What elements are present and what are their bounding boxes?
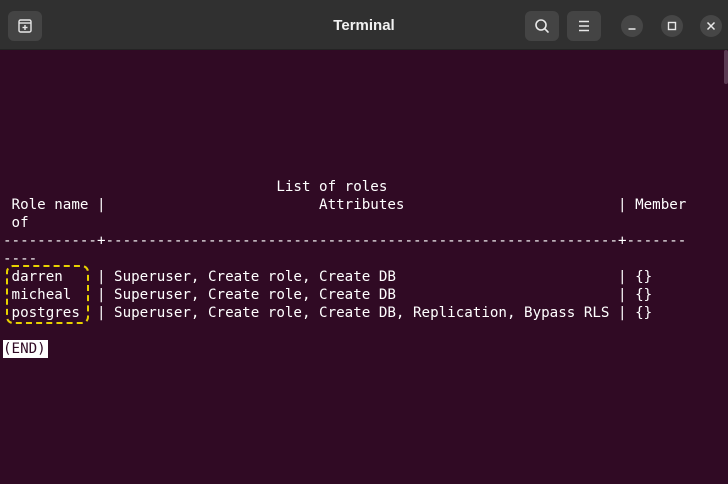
menu-button[interactable]: [567, 11, 601, 41]
table-separator: -----------+----------------------------…: [3, 233, 687, 249]
window-title: Terminal: [333, 17, 395, 34]
minimize-icon: [628, 28, 636, 30]
terminal-output[interactable]: List of roles Role name | Attributes | M…: [0, 50, 728, 484]
search-button[interactable]: [525, 11, 559, 41]
hamburger-menu-icon: [579, 20, 589, 32]
terminal-window: Terminal List of roles Role name | Attri…: [0, 0, 728, 484]
table-row: micheal | Superuser, Create role, Create…: [3, 287, 653, 303]
scrollbar[interactable]: [724, 50, 728, 84]
close-icon: [706, 21, 716, 31]
table-caption: List of roles: [3, 179, 388, 195]
pager-end-prompt: (END): [3, 340, 48, 358]
maximize-icon: [667, 21, 677, 31]
table-row: postgres | Superuser, Create role, Creat…: [3, 305, 653, 321]
title-bar[interactable]: Terminal: [0, 0, 728, 50]
maximize-button[interactable]: [661, 15, 683, 37]
table-row: darren | Superuser, Create role, Create …: [3, 269, 653, 285]
role-name-highlight: [6, 265, 89, 324]
table-header: Role name | Attributes | Member: [3, 197, 687, 213]
close-button[interactable]: [700, 15, 722, 37]
minimize-button[interactable]: [621, 15, 643, 37]
search-icon: [535, 19, 549, 33]
table-header-wrap: of: [3, 215, 29, 231]
